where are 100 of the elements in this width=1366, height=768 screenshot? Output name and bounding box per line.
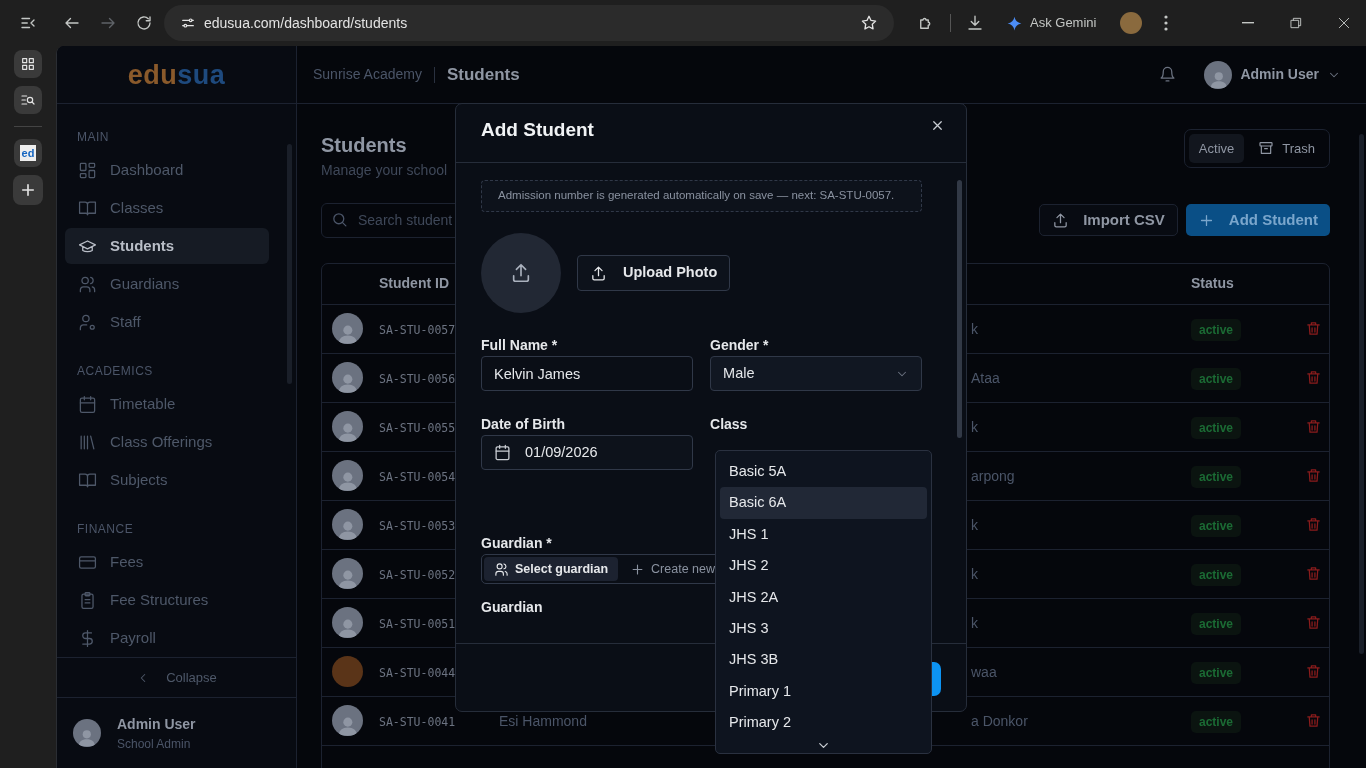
user-name: Admin User (117, 714, 196, 734)
import-csv-button[interactable]: Import CSV (1039, 204, 1178, 237)
bell-icon[interactable] (1159, 66, 1177, 83)
trash-icon[interactable] (1305, 712, 1322, 730)
site-favicon: ed (20, 145, 36, 162)
upload-icon (510, 262, 532, 284)
info-notice: Admission number is generated automatically on save — next: SA-STU-0057. (481, 180, 923, 212)
status-badge: active (1191, 416, 1242, 439)
trash-icon[interactable] (1305, 565, 1322, 583)
people-icon (78, 274, 97, 294)
dialog-title: Add Student (481, 117, 594, 142)
calendar-icon (494, 444, 511, 461)
field-label: Gender * (710, 336, 770, 354)
section-heading: MAIN (76, 129, 110, 147)
dropdown-option[interactable]: Basic 5A (720, 456, 927, 488)
upload-photo-button[interactable]: Upload Photo (577, 255, 731, 291)
upload-icon (590, 264, 607, 282)
text-field[interactable]: Kelvin James (481, 356, 694, 391)
breadcrumb-item: Students (446, 63, 520, 86)
trash-icon[interactable] (1305, 516, 1322, 534)
field-label: Date of Birth (481, 415, 566, 433)
view-tab[interactable]: Active (1188, 133, 1245, 164)
status-badge: active (1191, 465, 1242, 488)
student-id: SA-STU-0041 (379, 714, 456, 729)
guardian-name: a Donkor (971, 712, 1028, 729)
trash-icon[interactable] (1305, 369, 1322, 387)
dropdown-option[interactable]: JHS 3 (720, 613, 927, 645)
student-id: SA-STU-0053 (379, 518, 456, 533)
section-heading: FINANCE (76, 521, 135, 539)
trash-icon[interactable] (1305, 614, 1322, 632)
plus-icon (630, 561, 646, 577)
status-badge: active (1191, 563, 1242, 586)
status-badge: active (1191, 612, 1242, 635)
archive-box-icon (1258, 140, 1275, 157)
user-name: Admin User (1240, 65, 1319, 84)
grid-icon (78, 160, 97, 180)
tab-grid-button[interactable] (14, 50, 42, 79)
date-field[interactable]: 01/09/2026 (481, 435, 694, 470)
profile-avatar[interactable] (1120, 12, 1143, 35)
nav-item[interactable]: Students (65, 228, 269, 265)
assistant-button[interactable]: Ask Gemini (999, 7, 1105, 40)
more-vertical-icon (1164, 15, 1169, 32)
field-label: Class (710, 415, 749, 433)
grid-icon (20, 56, 36, 73)
dropdown-option[interactable]: JHS 2A (720, 581, 927, 614)
student-id: SA-STU-0057 (379, 322, 456, 337)
clipboard-icon (78, 590, 97, 610)
calendar-icon (78, 394, 97, 414)
dropdown-option[interactable]: Primary 2 (720, 707, 927, 739)
guardian-name: k (971, 565, 978, 582)
reload-icon (135, 14, 153, 33)
guardian-mode-tab[interactable]: Select guardian (484, 557, 619, 581)
address-bar[interactable]: edusua.com/dashboard/students (164, 5, 894, 42)
dropdown-option[interactable]: JHS 1 (720, 518, 927, 551)
trash-icon[interactable] (1305, 418, 1322, 436)
select-field[interactable]: Male (710, 356, 923, 391)
field-label: Guardian * (481, 534, 553, 552)
search-icon (331, 210, 348, 228)
field-label: Guardian (481, 598, 544, 616)
status-badge: active (1191, 661, 1242, 684)
logo: edusua (127, 58, 226, 92)
guardian-name: k (971, 418, 978, 435)
student-id: SA-STU-0051 (379, 616, 456, 631)
status-badge: active (1191, 514, 1242, 537)
people-icon (494, 561, 509, 577)
tab-search-button[interactable] (14, 86, 42, 115)
person-gear-icon (78, 312, 97, 332)
dropdown-option[interactable]: Basic 6A (720, 487, 927, 519)
guardian-name: Ataa (971, 369, 1000, 386)
student-id: SA-STU-0056 (379, 371, 456, 386)
student-id: SA-STU-0054 (379, 469, 456, 484)
guardian-name: k (971, 614, 978, 631)
download-icon (966, 14, 984, 33)
user-role: School Admin (117, 735, 192, 753)
sparkle-icon (1007, 15, 1022, 31)
dropdown-option[interactable]: JHS 3B (720, 644, 927, 677)
guardian-name: arpong (971, 467, 1015, 484)
minimize-icon (1242, 22, 1254, 25)
dropdown-option[interactable]: Primary 1 (720, 676, 927, 708)
dropdown-option[interactable]: JHS 2 (720, 550, 927, 582)
guardian-name: k (971, 516, 978, 533)
trash-icon[interactable] (1305, 320, 1322, 338)
new-tab-button[interactable] (13, 175, 43, 206)
guardian-name: k (971, 320, 978, 337)
upload-icon (1052, 211, 1070, 229)
view-tab[interactable]: Trash (1248, 133, 1325, 164)
status-badge: active (1191, 318, 1242, 341)
student-name: Esi Hammond (499, 712, 587, 729)
field-label: Full Name * (481, 336, 559, 354)
pinned-tab[interactable]: ed (14, 139, 42, 168)
student-id: SA-STU-0055 (379, 420, 456, 435)
guardian-name: waa (971, 663, 997, 680)
page-subtitle: Manage your school (321, 160, 448, 180)
section-heading: ACADEMICS (76, 363, 154, 381)
student-id: SA-STU-0044 (379, 665, 456, 680)
trash-icon[interactable] (1305, 467, 1322, 485)
page-title: Students (321, 132, 408, 158)
url-text: edusua.com/dashboard/students (204, 13, 409, 33)
trash-icon[interactable] (1305, 663, 1322, 681)
user-menu[interactable]: Admin User (1204, 60, 1341, 89)
